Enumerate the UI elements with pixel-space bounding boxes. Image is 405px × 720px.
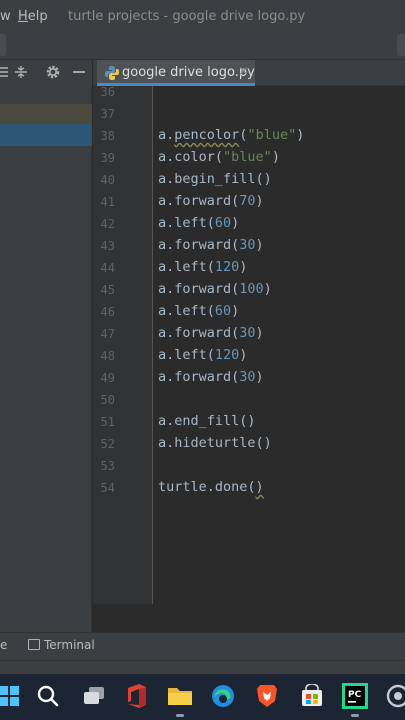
hide-icon[interactable] [70, 63, 88, 81]
code-line[interactable]: a.hideturtle() [158, 435, 272, 451]
code-line[interactable]: a.left(120) [158, 259, 247, 275]
nav-left-button[interactable] [0, 34, 6, 56]
code-line[interactable]: a.left(60) [158, 303, 239, 319]
terminal-icon [28, 639, 40, 650]
code-line[interactable]: a.left(120) [158, 347, 247, 363]
store-icon[interactable] [297, 681, 327, 711]
close-icon[interactable]: × [238, 64, 249, 79]
line-number: 43 [100, 239, 115, 253]
task-view-icon[interactable] [79, 681, 109, 711]
expand-collapse-icon[interactable] [12, 63, 30, 81]
line-number: 48 [100, 349, 115, 363]
code-line[interactable]: a.forward(30) [158, 325, 264, 341]
tab-label: google drive logo.py [122, 65, 255, 80]
python-file-icon [104, 65, 120, 81]
search-icon[interactable] [33, 681, 63, 711]
line-number: 47 [100, 327, 115, 341]
window-title: turtle projects - google drive logo.py [68, 9, 306, 24]
code-line[interactable]: a.begin_fill() [158, 171, 272, 187]
line-number: 49 [100, 371, 115, 385]
code-line[interactable]: a.forward(100) [158, 281, 272, 297]
menu-item-help[interactable]: Help [18, 9, 48, 24]
line-number: 54 [100, 481, 115, 495]
line-number: 46 [100, 305, 115, 319]
code-line[interactable]: a.end_fill() [158, 413, 256, 429]
code-line[interactable]: turtle.done() [158, 479, 264, 495]
editor-empty-area [93, 604, 405, 632]
menu-help-rest: elp [27, 9, 48, 24]
file-explorer-icon[interactable] [165, 681, 195, 711]
navigation-bar [0, 34, 405, 60]
edge-icon[interactable] [208, 681, 238, 711]
code-line[interactable]: a.forward(30) [158, 369, 264, 385]
line-number: 38 [100, 129, 115, 143]
pycharm-badge: PC [348, 690, 362, 700]
code-line[interactable]: a.forward(30) [158, 237, 264, 253]
nav-right-button[interactable] [397, 34, 405, 56]
line-number: 44 [100, 261, 115, 275]
windows-start-icon[interactable] [0, 681, 24, 711]
line-number: 40 [100, 173, 115, 187]
line-number: 53 [100, 459, 115, 473]
line-number: 45 [100, 283, 115, 297]
code-line[interactable]: a.forward(70) [158, 193, 264, 209]
project-tree-row-selected[interactable] [0, 124, 92, 146]
menu-help-mnemonic: H [18, 9, 28, 24]
collapse-all-icon[interactable] [0, 63, 12, 81]
line-number: 52 [100, 437, 115, 451]
code-line[interactable]: a.left(60) [158, 215, 239, 231]
code-line[interactable]: a.color("blue") [158, 149, 280, 165]
line-number: 37 [100, 107, 115, 121]
office-icon[interactable] [122, 681, 152, 711]
status-bar [0, 660, 405, 674]
line-number: 36 [100, 85, 115, 99]
active-app-indicator-pycharm [351, 714, 359, 717]
line-number: 42 [100, 217, 115, 231]
pycharm-icon[interactable]: PC [340, 681, 370, 711]
tool-tab-terminal[interactable]: Terminal [44, 638, 95, 652]
line-number: 51 [100, 415, 115, 429]
settings-icon[interactable] [383, 681, 405, 711]
tool-tab-partial[interactable]: e [0, 638, 7, 652]
line-number: 39 [100, 151, 115, 165]
menu-item-view[interactable]: w [0, 9, 11, 24]
line-number: 41 [100, 195, 115, 209]
line-number: 50 [100, 393, 115, 407]
gear-icon[interactable] [44, 63, 62, 81]
active-app-indicator [176, 714, 184, 717]
project-tree-row[interactable] [0, 104, 92, 124]
brave-icon[interactable] [252, 681, 282, 711]
code-line[interactable]: a.pencolor("blue") [158, 127, 304, 143]
